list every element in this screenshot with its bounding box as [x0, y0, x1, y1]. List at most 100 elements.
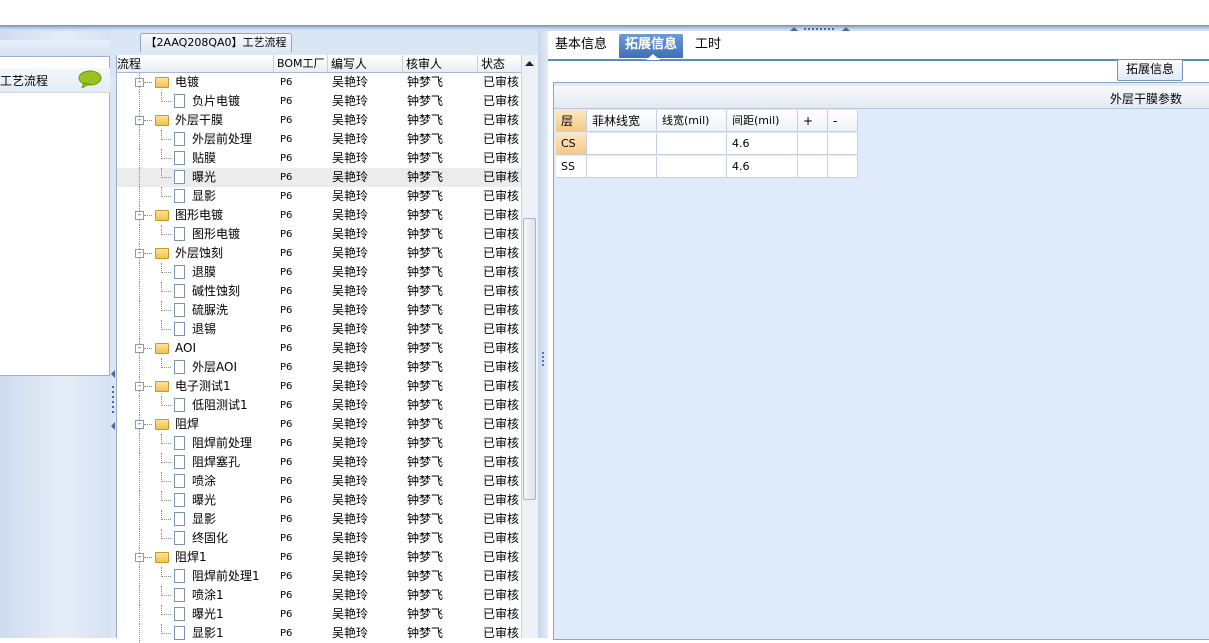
splitter-grip-icon[interactable]: [540, 350, 546, 370]
extended-info-button[interactable]: 拓展信息: [1117, 59, 1183, 81]
param-cell-remove[interactable]: [828, 133, 858, 155]
scrollbar-thumb[interactable]: [523, 218, 536, 500]
param-cell-line-width-mil[interactable]: [657, 156, 727, 178]
param-cell-add[interactable]: [798, 156, 828, 178]
table-row[interactable]: 贴膜 P6 吴艳玲 钟梦飞 已审核: [117, 149, 522, 168]
table-row[interactable]: 外层前处理 P6 吴艳玲 钟梦飞 已审核: [117, 130, 522, 149]
table-row[interactable]: 碱性蚀刻 P6 吴艳玲 钟梦飞 已审核: [117, 282, 522, 301]
collapse-icon[interactable]: -: [135, 78, 144, 87]
tree-connector: [161, 538, 171, 539]
column-header-reviewer[interactable]: 核审人: [403, 55, 478, 73]
table-row[interactable]: 阻焊塞孔 P6 吴艳玲 钟梦飞 已审核: [117, 453, 522, 472]
tree-connector: [161, 595, 171, 596]
reviewer-cell: 钟梦飞: [407, 569, 444, 583]
author-cell: 吴艳玲: [332, 132, 369, 146]
table-row[interactable]: 曝光 P6 吴艳玲 钟梦飞 已审核: [117, 491, 522, 510]
table-row[interactable]: - 电镀 P6 吴艳玲 钟梦飞 已审核: [117, 73, 522, 92]
collapse-icon[interactable]: -: [135, 116, 144, 125]
param-cell-film-line-width[interactable]: [587, 133, 657, 155]
table-row[interactable]: 曝光 P6 吴艳玲 钟梦飞 已审核: [117, 168, 522, 187]
author-cell: 吴艳玲: [332, 379, 369, 393]
column-header-author[interactable]: 编写人: [328, 55, 403, 73]
author-cell: 吴艳玲: [332, 569, 369, 583]
collapse-icon[interactable]: -: [135, 420, 144, 429]
tree-connector: [139, 282, 140, 301]
table-row[interactable]: - 阻焊 P6 吴艳玲 钟梦飞 已审核: [117, 415, 522, 434]
collapse-icon[interactable]: -: [135, 249, 144, 258]
collapse-icon[interactable]: -: [135, 211, 144, 220]
tree-connector: [139, 358, 140, 377]
table-row[interactable]: 显影1 P6 吴艳玲 钟梦飞 已审核: [117, 624, 522, 643]
param-cell-film-line-width[interactable]: [587, 156, 657, 178]
table-row[interactable]: 图形电镀 P6 吴艳玲 钟梦飞 已审核: [117, 225, 522, 244]
table-row[interactable]: - 外层蚀刻 P6 吴艳玲 钟梦飞 已审核: [117, 244, 522, 263]
table-row[interactable]: 阻焊前处理1 P6 吴艳玲 钟梦飞 已审核: [117, 567, 522, 586]
param-header-remove[interactable]: -: [828, 110, 858, 132]
table-row[interactable]: 显影 P6 吴艳玲 钟梦飞 已审核: [117, 510, 522, 529]
author-cell: 吴艳玲: [332, 512, 369, 526]
param-cell-add[interactable]: [798, 133, 828, 155]
table-row[interactable]: - 阻焊1 P6 吴艳玲 钟梦飞 已审核: [117, 548, 522, 567]
table-row[interactable]: 退膜 P6 吴艳玲 钟梦飞 已审核: [117, 263, 522, 282]
folder-icon: [155, 210, 169, 221]
process-name: 外层蚀刻: [175, 246, 224, 260]
bom-factory-cell: P6: [280, 343, 293, 354]
process-name: 外层干膜: [175, 113, 224, 127]
tree-connector: [139, 434, 140, 453]
table-row[interactable]: 退锡 P6 吴艳玲 钟梦飞 已审核: [117, 320, 522, 339]
bom-factory-cell: P6: [280, 191, 293, 202]
param-cell-spacing-mil[interactable]: 4.6: [727, 156, 798, 178]
table-row[interactable]: 阻焊前处理 P6 吴艳玲 钟梦飞 已审核: [117, 434, 522, 453]
collapse-icon[interactable]: -: [135, 382, 144, 391]
document-icon: [174, 436, 185, 450]
document-icon: [174, 493, 185, 507]
tree-connector: [139, 301, 140, 320]
table-row[interactable]: - 电子测试1 P6 吴艳玲 钟梦飞 已审核: [117, 377, 522, 396]
section-title: 外层干膜参数: [1110, 92, 1183, 106]
reviewer-cell: 钟梦飞: [407, 132, 444, 146]
process-name: 终固化: [192, 531, 229, 545]
column-header-status[interactable]: 状态: [478, 55, 522, 73]
table-row[interactable]: - 图形电镀 P6 吴艳玲 钟梦飞 已审核: [117, 206, 522, 225]
table-row[interactable]: 外层AOI P6 吴艳玲 钟梦飞 已审核: [117, 358, 522, 377]
column-header-flow[interactable]: 流程: [117, 55, 274, 73]
table-row[interactable]: 喷涂1 P6 吴艳玲 钟梦飞 已审核: [117, 586, 522, 605]
table-row[interactable]: - AOI P6 吴艳玲 钟梦飞 已审核: [117, 339, 522, 358]
param-cell-layer[interactable]: SS: [556, 156, 587, 178]
status-cell: 已审核: [483, 151, 520, 165]
column-header-bom-factory[interactable]: BOM工厂: [274, 55, 328, 73]
table-row[interactable]: 显影 P6 吴艳玲 钟梦飞 已审核: [117, 187, 522, 206]
table-row[interactable]: 低阻测试1 P6 吴艳玲 钟梦飞 已审核: [117, 396, 522, 415]
collapse-icon[interactable]: -: [135, 344, 144, 353]
status-cell: 已审核: [483, 455, 520, 469]
tree-connector: [161, 367, 171, 368]
speech-bubble-icon[interactable]: [78, 70, 102, 88]
table-row[interactable]: - 外层干膜 P6 吴艳玲 钟梦飞 已审核: [117, 111, 522, 130]
collapse-icon[interactable]: -: [135, 553, 144, 562]
table-row[interactable]: 硫脲洗 P6 吴艳玲 钟梦飞 已审核: [117, 301, 522, 320]
param-cell-remove[interactable]: [828, 156, 858, 178]
author-cell: 吴艳玲: [332, 75, 369, 89]
reviewer-cell: 钟梦飞: [407, 531, 444, 545]
table-row[interactable]: 曝光1 P6 吴艳玲 钟梦飞 已审核: [117, 605, 522, 624]
status-cell: 已审核: [483, 132, 520, 146]
status-cell: 已审核: [483, 569, 520, 583]
tree-connector: [161, 462, 171, 463]
status-cell: 已审核: [483, 265, 520, 279]
bom-factory-cell: P6: [280, 438, 293, 449]
left-splitter-grip-icon[interactable]: [110, 370, 116, 430]
table-row[interactable]: 终固化 P6 吴艳玲 钟梦飞 已审核: [117, 529, 522, 548]
param-header-add[interactable]: +: [798, 110, 828, 132]
param-cell-spacing-mil[interactable]: 4.6: [727, 133, 798, 155]
scroll-up-icon[interactable]: [521, 55, 538, 72]
tab-work-hours[interactable]: 工时: [689, 34, 727, 58]
process-name: 曝光: [192, 170, 217, 184]
table-row[interactable]: 负片电镀 P6 吴艳玲 钟梦飞 已审核: [117, 92, 522, 111]
bom-factory-cell: P6: [280, 248, 293, 259]
table-row[interactable]: 喷涂 P6 吴艳玲 钟梦飞 已审核: [117, 472, 522, 491]
param-cell-layer[interactable]: CS: [556, 133, 587, 155]
tree-connector: [161, 329, 171, 330]
tab-basic-info[interactable]: 基本信息: [549, 34, 613, 58]
param-cell-line-width-mil[interactable]: [657, 133, 727, 155]
vertical-splitter[interactable]: [538, 31, 548, 638]
